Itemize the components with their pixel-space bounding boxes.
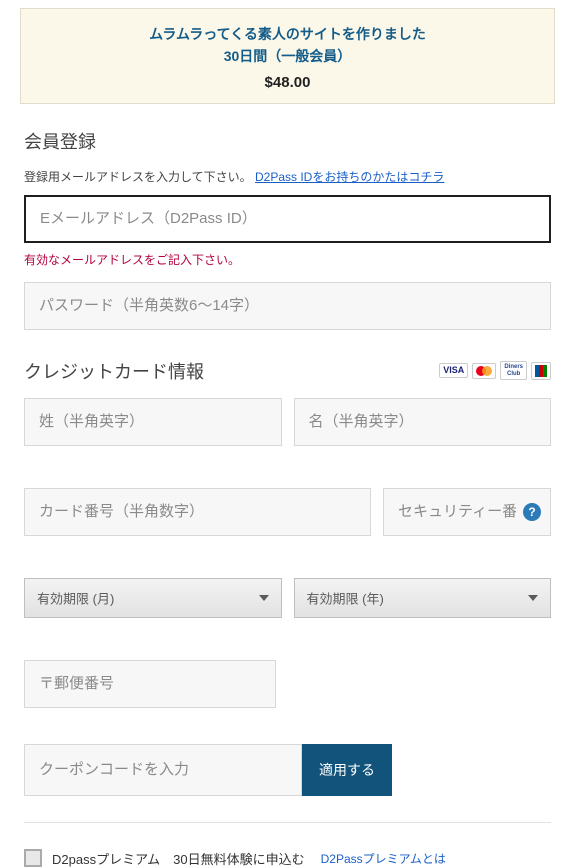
mastercard-icon <box>472 363 496 379</box>
creditcard-section: クレジットカード情報 VISA DinersClub ? 有効期限 (月) 有効… <box>24 358 551 868</box>
zip-input[interactable] <box>24 660 276 708</box>
premium-checkbox-row: D2passプレミアム 30日無料体験に申込む D2Passプレミアムとは <box>24 849 551 868</box>
register-helper: 登録用メールアドレスを入力して下さい。 D2Pass IDをお持ちのかたはコチラ <box>24 168 551 185</box>
product-banner: ムラムラってくる素人のサイトを作りました 30日間（一般会員） $48.00 <box>20 8 555 104</box>
divider <box>24 822 551 823</box>
register-heading: 会員登録 <box>24 128 551 154</box>
diners-icon: DinersClub <box>500 361 527 380</box>
cc-logos: VISA DinersClub <box>439 361 551 380</box>
d2pass-existing-link[interactable]: D2Pass IDをお持ちのかたはコチラ <box>255 170 444 184</box>
product-title-line1: ムラムラってくる素人のサイトを作りました <box>31 23 544 45</box>
apply-coupon-button[interactable]: 適用する <box>302 744 392 796</box>
cc-header: クレジットカード情報 VISA DinersClub <box>24 358 551 384</box>
cc-heading: クレジットカード情報 <box>24 358 204 384</box>
premium-info-link[interactable]: D2Passプレミアムとは <box>321 850 446 867</box>
premium-label: D2passプレミアム 30日無料体験に申込む <box>52 849 305 868</box>
product-price: $48.00 <box>31 74 544 91</box>
premium-checkbox[interactable] <box>24 849 42 867</box>
email-error-message: 有効なメールアドレスをご記入下さい。 <box>24 251 551 268</box>
security-help-icon[interactable]: ? <box>523 503 541 521</box>
product-title-line2: 30日間（一般会員） <box>31 45 544 67</box>
visa-icon: VISA <box>439 363 468 378</box>
coupon-row: 適用する <box>24 744 392 796</box>
exp-year-select[interactable]: 有効期限 (年) <box>294 578 552 618</box>
cardnumber-input[interactable] <box>24 488 371 536</box>
helper-text: 登録用メールアドレスを入力して下さい。 <box>24 170 252 184</box>
firstname-input[interactable] <box>294 398 552 446</box>
password-input[interactable] <box>24 282 551 330</box>
exp-month-select[interactable]: 有効期限 (月) <box>24 578 282 618</box>
lastname-input[interactable] <box>24 398 282 446</box>
coupon-input[interactable] <box>24 744 302 796</box>
register-section: 会員登録 登録用メールアドレスを入力して下さい。 D2Pass IDをお持ちのか… <box>24 128 551 330</box>
email-input[interactable] <box>24 195 551 243</box>
jcb-icon <box>531 362 551 380</box>
